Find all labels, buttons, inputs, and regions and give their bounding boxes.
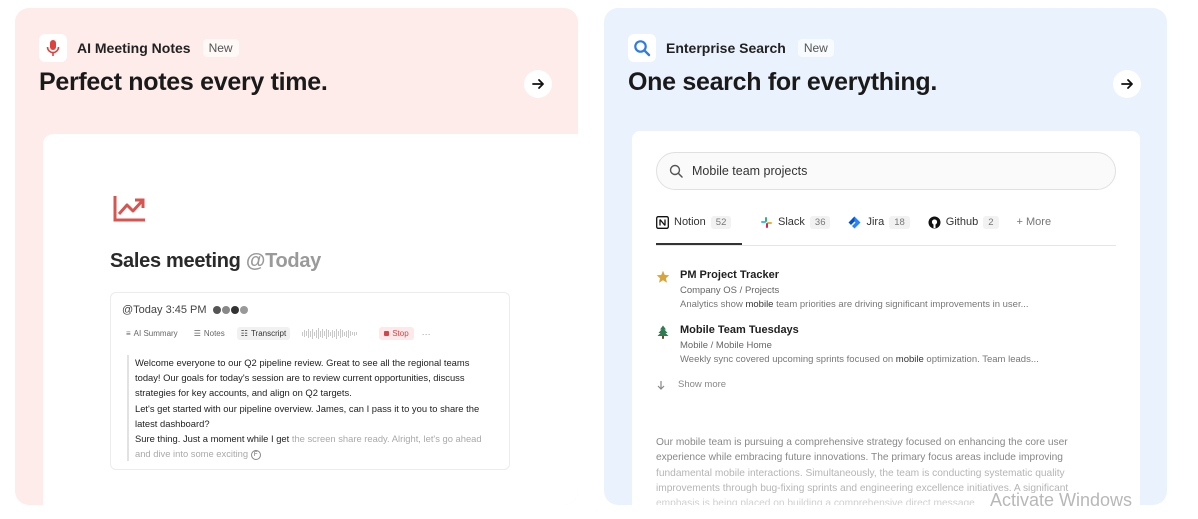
open-arrow-button[interactable]: [524, 70, 552, 98]
new-badge: New: [202, 39, 239, 57]
tab-github[interactable]: Github 2: [928, 214, 999, 245]
transcript-line: strategies for key accounts, and align o…: [135, 387, 352, 399]
transcript-box: @Today 3:45 PM ≡ AI Summary ☰ Notes ☷ Tr…: [110, 292, 510, 470]
meeting-preview-panel: Sales meeting @Today @Today 3:45 PM ≡ AI…: [43, 134, 578, 505]
source-count: 36: [809, 216, 831, 229]
transcript-pending: the screen share ready. Alright, let's g…: [289, 433, 482, 445]
snippet-highlight: mobile: [895, 354, 924, 365]
more-sources-button[interactable]: + More: [1017, 214, 1052, 245]
source-count: 2: [983, 216, 999, 229]
transcript-icon: ☷: [240, 329, 248, 338]
github-icon: [928, 216, 941, 229]
tab-label: Notes: [203, 329, 225, 338]
show-more-button[interactable]: Show more: [656, 379, 1116, 390]
more-label: + More: [1016, 216, 1052, 228]
stop-label: Stop: [392, 329, 409, 338]
snippet-highlight: mobile: [745, 299, 774, 310]
transcript-line-live: Sure thing. Just a moment while I get th…: [135, 431, 497, 446]
tab-ai-summary[interactable]: ≡ AI Summary: [122, 327, 182, 340]
show-more-label: Show more: [678, 379, 727, 390]
snippet-text: team priorities are driving significant …: [773, 299, 1029, 310]
slack-icon: [761, 217, 772, 228]
trending-up-icon: [113, 192, 147, 227]
transcript-line: Welcome everyone to our Q2 pipeline revi…: [135, 357, 470, 368]
source-name: Jira: [866, 216, 885, 228]
summary-line: experience while embracing future innova…: [656, 452, 1063, 464]
source-count: 52: [710, 216, 732, 229]
transcript-final: Sure thing. Just a moment while I get: [135, 433, 290, 445]
product-name: AI Meeting Notes: [77, 40, 191, 56]
tab-notion[interactable]: Notion 52: [656, 214, 742, 245]
source-name: Github: [945, 216, 979, 228]
meeting-title-text: Sales meeting: [110, 250, 241, 272]
tab-notes[interactable]: ☰ Notes: [190, 327, 229, 340]
tree-icon: [656, 324, 670, 365]
summary-line: Our mobile team is pursuing a comprehens…: [656, 437, 1068, 448]
enterprise-search-card[interactable]: Enterprise Search New One search for eve…: [604, 8, 1167, 505]
search-icon: [628, 34, 656, 62]
search-results: PM Project Tracker Company OS / Projects…: [656, 269, 1116, 390]
activate-windows-watermark: Activate Windows: [990, 490, 1133, 510]
result-path: Mobile / Mobile Home: [680, 340, 772, 351]
card-headline: One search for everything.: [628, 68, 937, 96]
summary-line: fundamental mobile interactions. Simulta…: [656, 467, 1065, 479]
typing-indicator-icon: F: [250, 449, 261, 460]
ai-meeting-notes-card[interactable]: AI Meeting Notes New Perfect notes every…: [15, 8, 578, 505]
snippet-text: optimization. Team leads...: [923, 354, 1039, 365]
result-snippet: Analytics show mobile team priorities ar…: [680, 299, 1029, 310]
snippet-text: Analytics show: [680, 299, 746, 310]
arrow-right-icon: [532, 79, 544, 89]
participant-avatars: [212, 306, 248, 314]
result-title: PM Project Tracker: [680, 269, 780, 281]
tab-jira[interactable]: Jira 18: [848, 214, 910, 245]
transcript-line: latest dashboard?: [135, 417, 210, 429]
meeting-timestamp: @Today 3:45 PM: [122, 304, 248, 316]
result-path: Company OS / Projects: [680, 285, 780, 296]
transcript-line: today! Our goals for today's session are…: [135, 372, 465, 384]
timestamp-text: @Today 3:45 PM: [122, 304, 207, 316]
microphone-icon: [39, 34, 67, 62]
card-header: Enterprise Search New: [628, 34, 834, 62]
transcript-tail: and dive into some exciting: [135, 448, 249, 460]
tab-label: Transcript: [250, 329, 287, 338]
search-result[interactable]: Mobile Team Tuesdays Mobile / Mobile Hom…: [656, 324, 1116, 365]
jira-icon: [848, 216, 861, 229]
search-preview-panel: Mobile team projects Notion 52 Slack 36 …: [632, 131, 1140, 505]
star-icon: [656, 269, 670, 310]
transcript-text: Welcome everyone to our Q2 pipeline revi…: [127, 355, 497, 462]
more-options-icon[interactable]: ···: [422, 329, 431, 339]
meeting-title: Sales meeting @Today: [110, 250, 321, 273]
audio-waveform: [302, 328, 358, 339]
tab-label: AI Summary: [133, 329, 178, 338]
notes-icon: ☰: [193, 329, 201, 338]
new-badge: New: [797, 39, 834, 57]
tab-transcript[interactable]: ☷ Transcript: [236, 327, 291, 340]
open-arrow-button[interactable]: [1113, 70, 1141, 98]
source-filter-tabs: Notion 52 Slack 36 Jira 18 Github 2 + Mo…: [656, 214, 1116, 246]
result-title: Mobile Team Tuesdays: [680, 324, 799, 336]
stop-recording-button[interactable]: Stop: [379, 327, 414, 340]
card-header: AI Meeting Notes New: [39, 34, 239, 62]
summary-icon: ≡: [126, 329, 131, 338]
search-icon: [669, 164, 683, 178]
transcript-line-tail: and dive into some exciting F: [135, 446, 497, 461]
snippet-text: Weekly sync covered upcoming sprints foc…: [680, 354, 896, 365]
product-name: Enterprise Search: [666, 40, 786, 56]
result-snippet: Weekly sync covered upcoming sprints foc…: [680, 354, 1039, 365]
source-name: Slack: [778, 216, 805, 228]
date-mention: @Today: [245, 250, 321, 272]
source-count: 18: [889, 216, 910, 229]
arrow-right-icon: [1121, 79, 1133, 89]
source-name: Notion: [674, 216, 706, 228]
card-headline: Perfect notes every time.: [39, 68, 328, 96]
notion-icon: [656, 216, 669, 229]
search-input[interactable]: Mobile team projects: [656, 152, 1116, 190]
search-query: Mobile team projects: [692, 164, 808, 178]
stop-icon: [384, 331, 390, 336]
transcript-line: Let's get started with our pipeline over…: [135, 402, 480, 414]
arrow-down-icon: [657, 380, 665, 390]
transcript-tabs: ≡ AI Summary ☰ Notes ☷ Transcript Stop ·…: [122, 327, 431, 340]
tab-slack[interactable]: Slack 36: [760, 214, 831, 245]
search-result[interactable]: PM Project Tracker Company OS / Projects…: [656, 269, 1116, 310]
